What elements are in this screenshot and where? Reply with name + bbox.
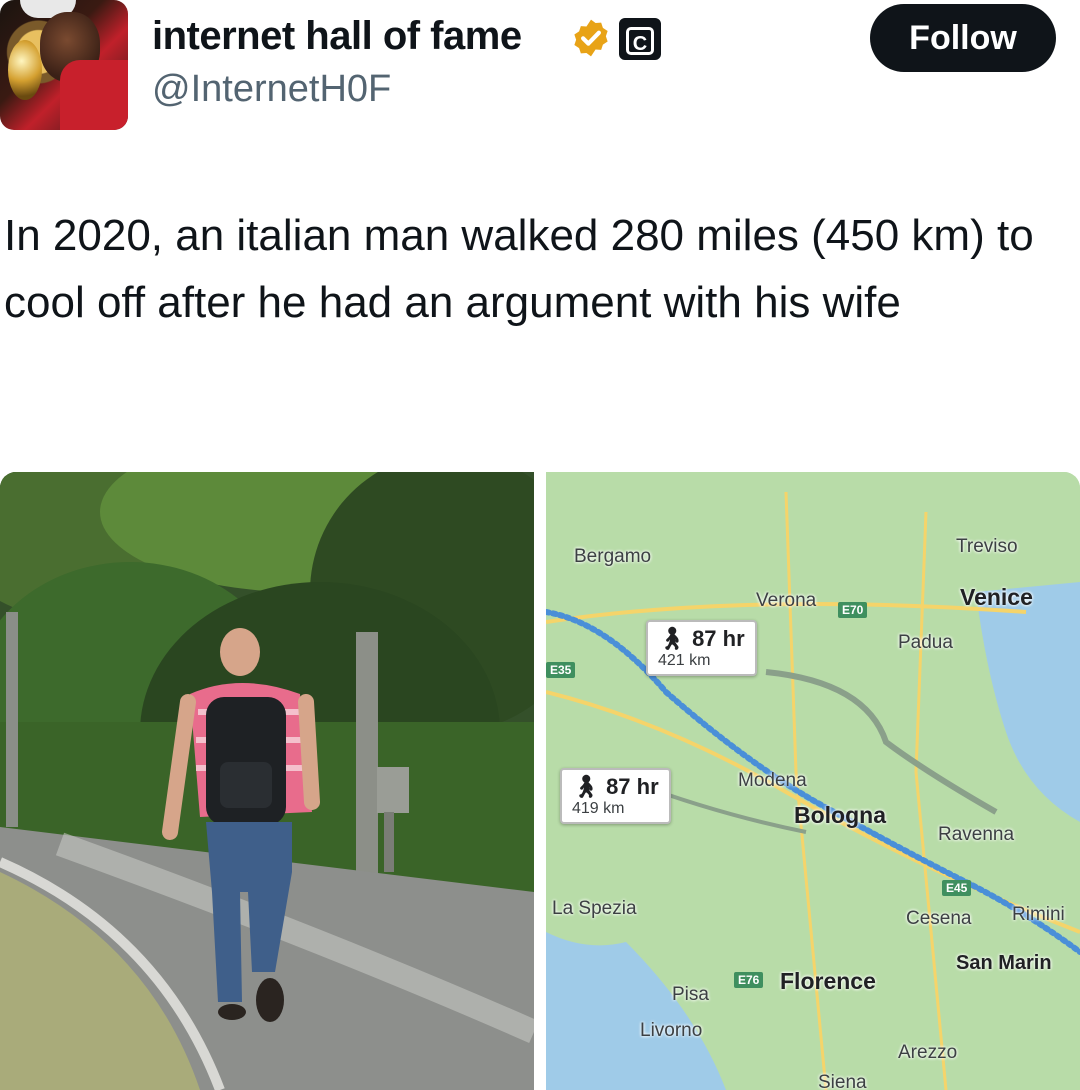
- author-handle[interactable]: @InternetH0F: [152, 68, 391, 111]
- map-label-livorno: Livorno: [640, 1020, 703, 1041]
- author-avatar[interactable]: [0, 0, 128, 130]
- route-distance: 419 km: [572, 800, 625, 817]
- map-label-bologna: Bologna: [794, 802, 886, 828]
- affiliate-badge-letter: C: [626, 27, 654, 55]
- avatar-jersey: [60, 60, 128, 130]
- map-label-pisa: Pisa: [672, 984, 709, 1005]
- map-label-treviso: Treviso: [956, 536, 1018, 557]
- verified-badge-icon: [574, 19, 608, 57]
- walking-icon: 🚶︎: [572, 774, 600, 799]
- avatar-trophy: [8, 40, 42, 100]
- post-image-map[interactable]: Bergamo Treviso Verona Venice Padua Mode…: [546, 472, 1080, 1090]
- map-label-florence: Florence: [780, 968, 876, 994]
- map-label-arezzo: Arezzo: [898, 1042, 958, 1063]
- map-label-padua: Padua: [898, 632, 953, 653]
- follow-button[interactable]: Follow: [870, 4, 1056, 72]
- map-label-modena: Modena: [738, 770, 807, 791]
- road-shield-e76: E76: [734, 972, 764, 988]
- map-label-siena: Siena: [818, 1072, 867, 1090]
- walking-icon: 🚶︎: [658, 626, 686, 651]
- map-label-cesena: Cesena: [906, 908, 972, 929]
- road-shield-e70: E70: [838, 602, 868, 618]
- map-label-venice: Venice: [960, 584, 1033, 610]
- route-card-1[interactable]: 🚶︎ 87 hr 421 km: [646, 620, 757, 676]
- post-image-walker[interactable]: [0, 472, 534, 1090]
- route-time: 87 hr: [606, 774, 659, 799]
- route-time: 87 hr: [692, 626, 745, 651]
- map-label-verona: Verona: [756, 590, 817, 611]
- map-label-ravenna: Ravenna: [938, 824, 1015, 845]
- map-label-rimini: Rimini: [1012, 904, 1065, 925]
- route-card-2[interactable]: 🚶︎ 87 hr 419 km: [560, 768, 671, 824]
- post-text: In 2020, an italian man walked 280 miles…: [4, 211, 1034, 327]
- map-label-san-marino: San Marin: [956, 952, 1052, 974]
- author-display-name[interactable]: internet hall of fame: [152, 14, 522, 59]
- road-shield-e45: E45: [942, 880, 972, 896]
- map-label-la-spezia: La Spezia: [552, 898, 637, 919]
- map-label-bergamo: Bergamo: [574, 546, 652, 567]
- road-shield-e35: E35: [546, 662, 576, 678]
- walker-photo-illustration: [0, 472, 534, 1090]
- affiliate-badge-icon: C: [619, 18, 661, 60]
- route-distance: 421 km: [658, 652, 711, 669]
